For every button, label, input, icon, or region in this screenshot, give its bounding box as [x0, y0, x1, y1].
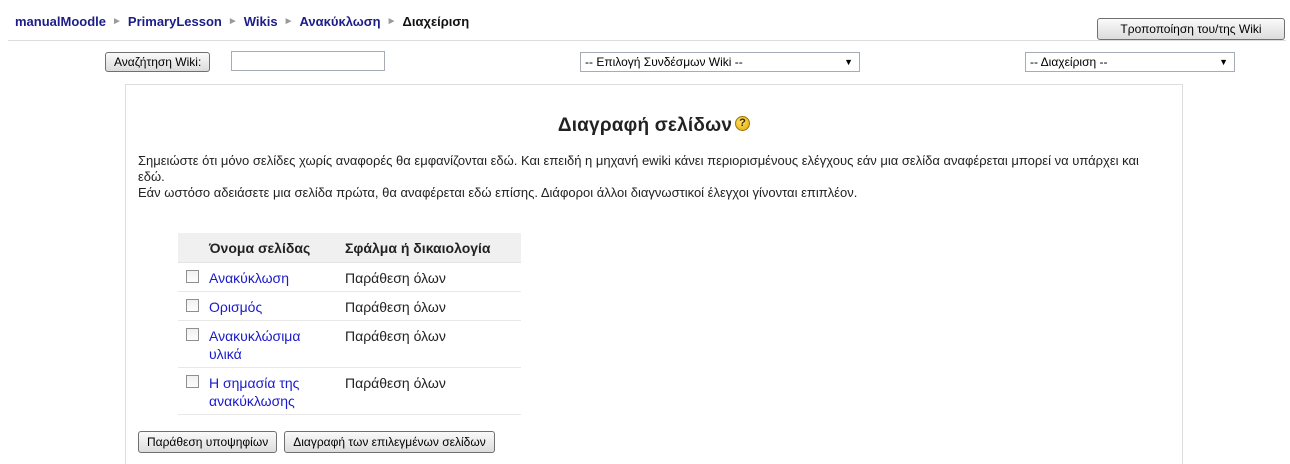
- page-link[interactable]: Ορισμός: [209, 299, 262, 315]
- table-cell-checkbox: [178, 262, 205, 292]
- top-bar: manualMoodle ► PrimaryLesson ► Wikis ► Α…: [0, 0, 1290, 40]
- page-link[interactable]: Ανακύκλωση: [209, 270, 289, 286]
- page-select-checkbox[interactable]: [186, 328, 199, 341]
- table-cell-name: Η σημασία της ανακύκλωσης: [205, 367, 341, 415]
- table-cell-reason: Παράθεση όλων: [341, 320, 521, 368]
- main-content: Διαγραφή σελίδων? Σημειώστε ότι μόνο σελ…: [125, 84, 1183, 464]
- table-row: Η σημασία της ανακύκλωσης Παράθεση όλων: [178, 367, 521, 415]
- table-cell-checkbox: [178, 320, 205, 368]
- description-line-1: Σημειώστε ότι μόνο σελίδες χωρίς αναφορέ…: [138, 153, 1139, 184]
- table-header-page-name: Όνομα σελίδας: [205, 233, 341, 263]
- breadcrumb-separator-icon: ►: [386, 16, 397, 27]
- administration-select-value: -- Διαχείριση --: [1030, 55, 1108, 69]
- page-select-checkbox[interactable]: [186, 270, 199, 283]
- table-cell-name: Ορισμός: [205, 291, 341, 321]
- help-question-icon[interactable]: ?: [735, 116, 751, 132]
- table-cell-reason: Παράθεση όλων: [341, 367, 521, 415]
- pages-table: Όνομα σελίδας Σφάλμα ή δικαιολογία Ανακύ…: [178, 233, 521, 415]
- table-cell-reason: Παράθεση όλων: [341, 262, 521, 292]
- edit-wiki-button[interactable]: Τροποποίηση του/της Wiki: [1097, 18, 1285, 40]
- page-title-container: Διαγραφή σελίδων?: [126, 115, 1182, 137]
- table-cell-checkbox: [178, 367, 205, 415]
- administration-select[interactable]: -- Διαχείριση -- ▼: [1025, 52, 1235, 72]
- table-row: Ανακυκλώσιμα υλικά Παράθεση όλων: [178, 320, 521, 368]
- search-wiki-input[interactable]: [231, 51, 385, 71]
- breadcrumb-separator-icon: ►: [283, 16, 294, 27]
- header-divider: [8, 40, 1286, 41]
- page-select-checkbox[interactable]: [186, 375, 199, 388]
- breadcrumb-current: Διαχείριση: [402, 14, 470, 29]
- delete-selected-button[interactable]: Διαγραφή των επιλεγμένων σελίδων: [284, 431, 495, 453]
- action-buttons: Παράθεση υποψηφίων Διαγραφή των επιλεγμέ…: [138, 431, 495, 453]
- table-row: Ανακύκλωση Παράθεση όλων: [178, 262, 521, 292]
- search-wiki-button[interactable]: Αναζήτηση Wiki:: [105, 52, 211, 72]
- page-link[interactable]: Ανακυκλώσιμα υλικά: [209, 328, 300, 362]
- table-row: Ορισμός Παράθεση όλων: [178, 291, 521, 321]
- table-header-reason: Σφάλμα ή δικαιολογία: [341, 233, 521, 263]
- breadcrumb-link-site[interactable]: manualMoodle: [15, 14, 106, 29]
- breadcrumb-link-wiki[interactable]: Ανακύκλωση: [300, 14, 381, 29]
- table-cell-name: Ανακυκλώσιμα υλικά: [205, 320, 341, 368]
- table-header-checkbox: [178, 233, 205, 263]
- chevron-down-icon: ▼: [1219, 57, 1228, 67]
- breadcrumb: manualMoodle ► PrimaryLesson ► Wikis ► Α…: [15, 14, 469, 29]
- page-select-checkbox[interactable]: [186, 299, 199, 312]
- breadcrumb-separator-icon: ►: [112, 16, 122, 27]
- table-header-row: Όνομα σελίδας Σφάλμα ή δικαιολογία: [178, 233, 521, 263]
- breadcrumb-link-course[interactable]: PrimaryLesson: [128, 14, 222, 29]
- breadcrumb-link-wikis[interactable]: Wikis: [244, 14, 278, 29]
- table-cell-name: Ανακύκλωση: [205, 262, 341, 292]
- list-candidates-button[interactable]: Παράθεση υποψηφίων: [138, 431, 278, 453]
- description-line-2: Εάν ωστόσο αδειάσετε μια σελίδα πρώτα, θ…: [138, 185, 858, 200]
- wiki-links-select[interactable]: -- Επιλογή Συνδέσμων Wiki -- ▼: [580, 52, 860, 72]
- page-link[interactable]: Η σημασία της ανακύκλωσης: [209, 375, 299, 409]
- wiki-links-select-value: -- Επιλογή Συνδέσμων Wiki --: [585, 55, 743, 69]
- breadcrumb-separator-icon: ►: [227, 16, 238, 27]
- chevron-down-icon: ▼: [844, 57, 853, 67]
- page-title: Διαγραφή σελίδων: [557, 115, 733, 136]
- table-cell-checkbox: [178, 291, 205, 321]
- page-description: Σημειώστε ότι μόνο σελίδες χωρίς αναφορέ…: [138, 153, 1168, 201]
- table-cell-reason: Παράθεση όλων: [341, 291, 521, 321]
